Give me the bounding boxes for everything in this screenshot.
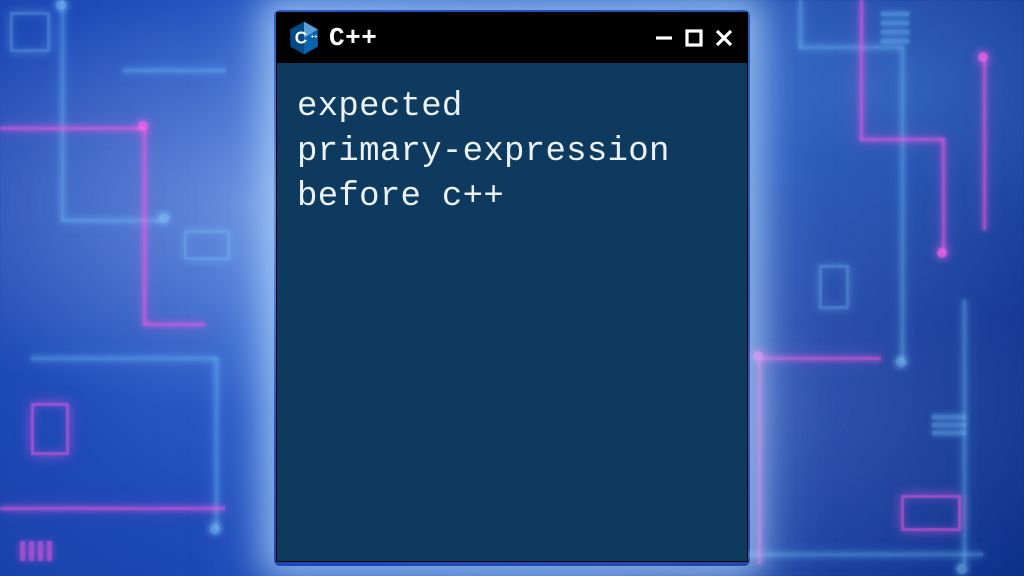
cpp-logo-icon: C + + — [289, 21, 319, 55]
close-button[interactable] — [713, 27, 735, 49]
output-line-2: primary-expression — [297, 133, 670, 171]
output-line-3: before c++ — [297, 178, 504, 216]
window-controls — [653, 27, 735, 49]
window-title: C++ — [329, 23, 377, 53]
maximize-button[interactable] — [683, 27, 705, 49]
terminal-window: C + + C++ expected primary-expression be… — [276, 12, 748, 562]
svg-text:+: + — [314, 34, 318, 40]
svg-text:C: C — [295, 28, 307, 48]
terminal-body: expected primary-expression before c++ — [277, 63, 747, 561]
titlebar[interactable]: C + + C++ — [277, 13, 747, 63]
minimize-button[interactable] — [653, 27, 675, 49]
output-line-1: expected — [297, 88, 463, 126]
